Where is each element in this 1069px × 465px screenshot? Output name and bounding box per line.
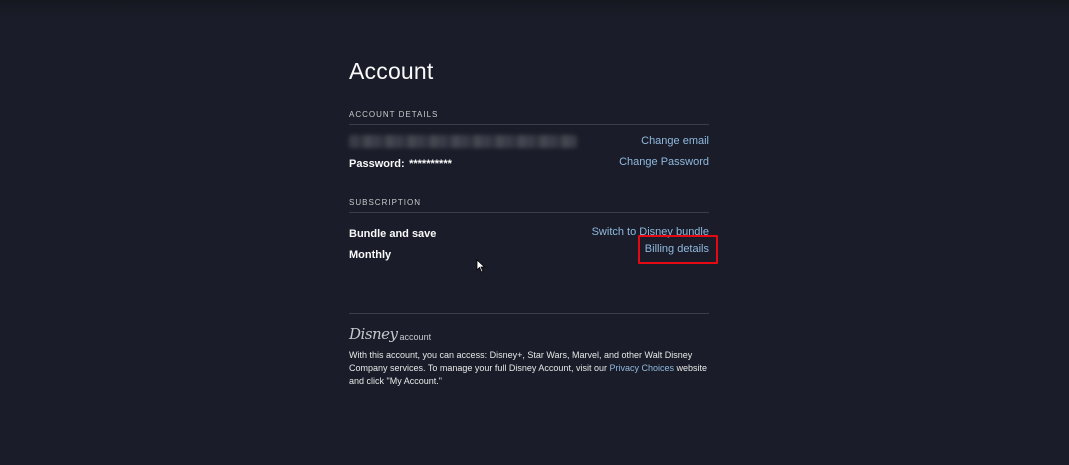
account-page: Account ACCOUNT DETAILS Change email Pas… <box>349 56 718 388</box>
billing-cycle: Monthly <box>349 249 392 261</box>
billing-row: Monthly Billing details <box>349 235 718 264</box>
subscription-header: SUBSCRIPTION <box>349 199 709 213</box>
disney-logo-account: account <box>399 332 432 342</box>
account-details-section: Change email Password: ********** Change… <box>349 131 709 173</box>
email-value-redacted <box>349 135 577 148</box>
footer-divider <box>349 313 709 314</box>
disney-account-logo: Disney account <box>349 325 709 343</box>
billing-details-highlight: Billing details <box>638 235 718 264</box>
change-password-link[interactable]: Change Password <box>619 152 709 173</box>
top-bar <box>0 0 1069 18</box>
change-email-link[interactable]: Change email <box>641 131 709 152</box>
email-row: Change email <box>349 131 709 152</box>
disney-logo-word: Disney <box>349 325 398 343</box>
plan-name: Bundle and save <box>349 228 437 240</box>
billing-details-link[interactable]: Billing details <box>645 242 709 256</box>
mouse-cursor-icon <box>476 259 486 273</box>
footer-description: With this account, you can access: Disne… <box>349 349 711 388</box>
subscription-section: Bundle and save Switch to Disney bundle … <box>349 222 718 264</box>
password-mask: ********** <box>409 158 452 170</box>
privacy-choices-link[interactable]: Privacy Choices <box>609 363 674 373</box>
password-row: Password: ********** Change Password <box>349 152 709 173</box>
account-details-header: ACCOUNT DETAILS <box>349 111 709 125</box>
password-label: Password: <box>349 158 405 170</box>
page-title: Account <box>349 58 434 84</box>
